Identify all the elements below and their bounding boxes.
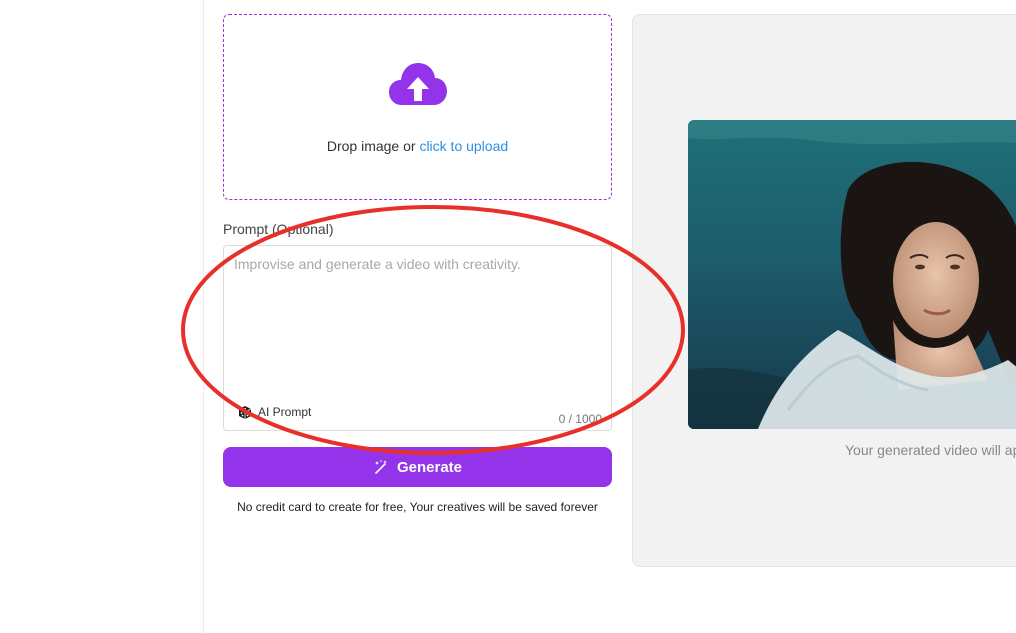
preview-caption: Your generated video will ap [845,442,1016,458]
cloud-upload-icon [389,63,447,105]
magic-wand-icon [374,460,387,474]
click-to-upload-link[interactable]: click to upload [419,138,508,154]
generate-label: Generate [396,458,463,476]
ai-prompt-label: AI Prompt [258,405,312,419]
free-credit-note: No credit card to create for free, Your … [237,500,598,514]
ai-prompt-button[interactable]: AI Prompt [236,403,311,421]
page: Drop image or click to upload Prompt (Op… [0,0,1016,633]
prompt-label: Prompt (Optional) [223,221,334,237]
sample-preview-image [688,120,1016,429]
prompt-field-container: AI Prompt 0 / 1000 [223,245,612,431]
generate-button[interactable]: Generate [223,447,612,487]
dice-icon [238,406,252,419]
image-upload-dropzone[interactable]: Drop image or click to upload [223,14,612,200]
character-counter: 0 / 1000 [558,412,602,426]
upload-instructions: Drop image or click to upload [224,138,611,154]
prompt-textarea[interactable] [234,256,600,396]
video-preview-panel: Your generated video will ap [632,14,1016,567]
upload-text-prefix: Drop image or [326,138,416,154]
